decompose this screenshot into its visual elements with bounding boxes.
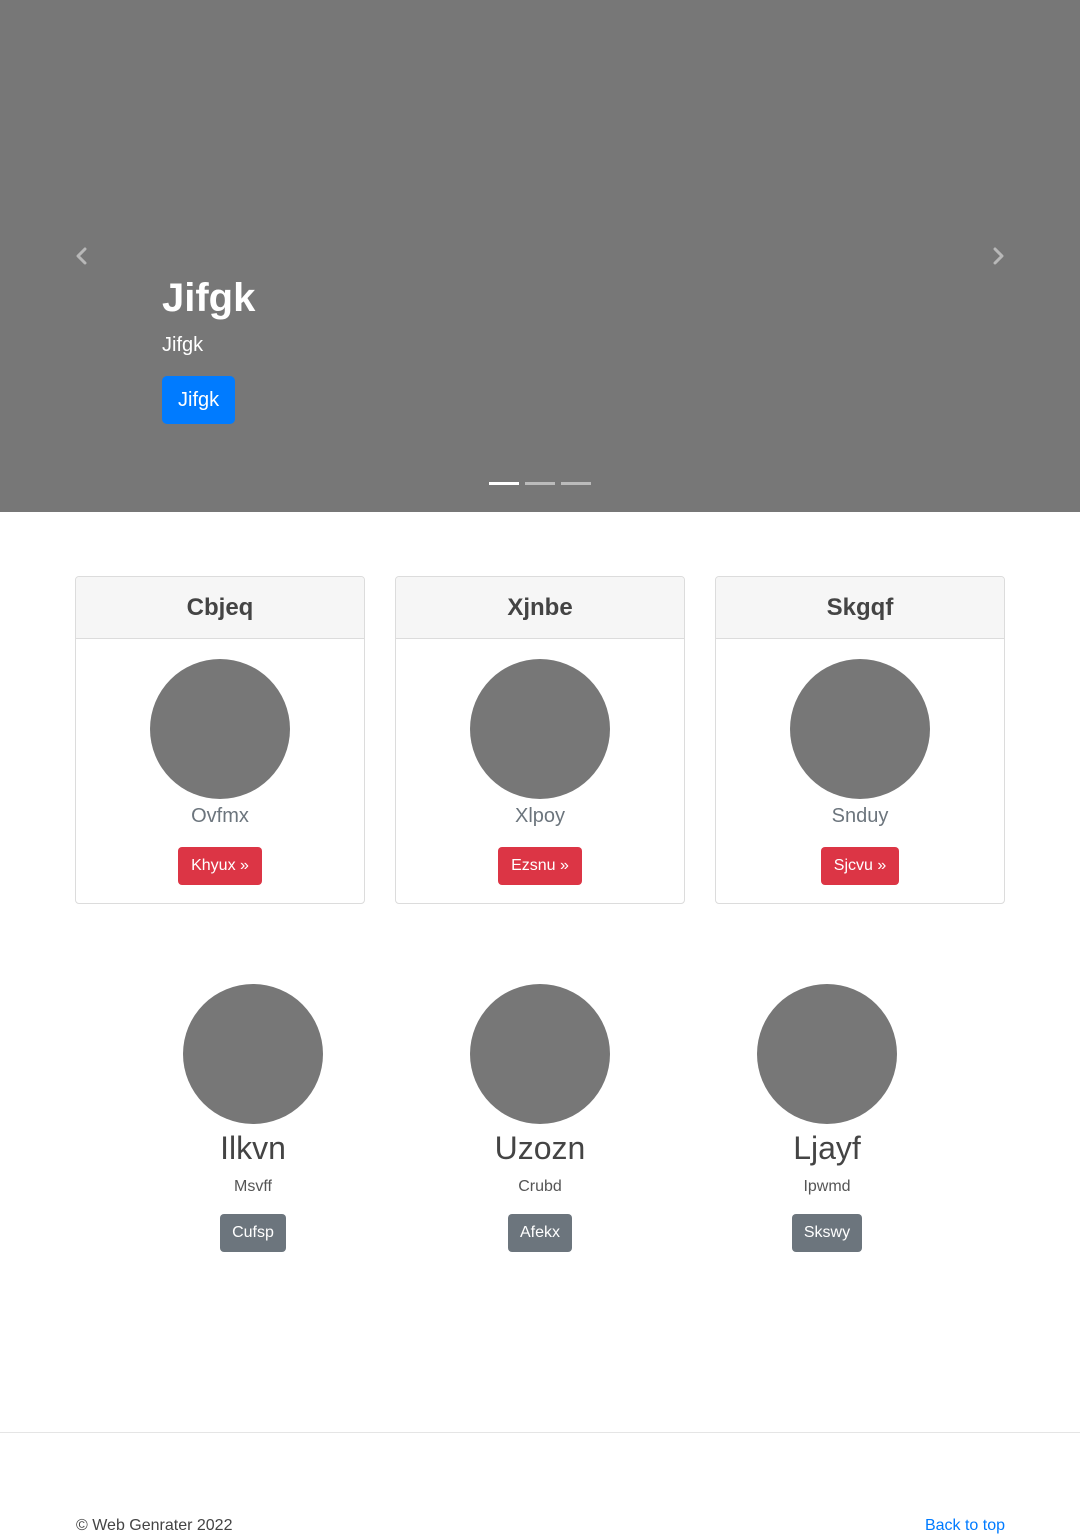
card-button[interactable]: Sjcvu »: [820, 847, 900, 885]
card-name: Xlpoy: [514, 805, 566, 827]
feature-1: Ilkvn Msvff Cufsp: [133, 984, 373, 1252]
carousel-heading: Jifgk: [162, 276, 256, 320]
chevron-right-icon: [993, 247, 1004, 265]
feature-button[interactable]: Cufsp: [220, 1214, 286, 1252]
carousel-prev-button[interactable]: [66, 240, 98, 272]
carousel-indicators: [489, 482, 591, 485]
feature-subtitle: Crubd: [518, 1178, 562, 1195]
card-header: Xjnbe: [396, 577, 684, 639]
placeholder-image: [183, 984, 323, 1124]
feature-2: Uzozn Crubd Afekx: [420, 984, 660, 1252]
footer-divider: [0, 1432, 1080, 1433]
card-header: Cbjeq: [76, 577, 364, 639]
hero-carousel: Jifgk Jifgk Jifgk: [0, 0, 1080, 512]
placeholder-image: [757, 984, 897, 1124]
placeholder-image: [470, 984, 610, 1124]
feature-subtitle: Ipwmd: [803, 1178, 851, 1195]
carousel-caption: Jifgk Jifgk Jifgk: [162, 272, 255, 424]
feature-title: Ilkvn: [220, 1130, 286, 1166]
carousel-indicator-1[interactable]: [489, 482, 519, 485]
card-name: Ovfmx: [191, 805, 249, 827]
card-body: Ovfmx Khyux »: [76, 639, 364, 885]
card-button[interactable]: Khyux »: [178, 847, 262, 885]
carousel-subheading: Jifgk: [162, 334, 204, 356]
back-to-top-link[interactable]: Back to top: [925, 1515, 1005, 1537]
feature-title: Ljayf: [793, 1130, 861, 1166]
card-button[interactable]: Ezsnu »: [498, 847, 582, 885]
card-body: Snduy Sjcvu »: [716, 639, 1004, 885]
placeholder-image: [790, 659, 930, 799]
carousel-cta-button[interactable]: Jifgk: [162, 376, 236, 424]
feature-title: Uzozn: [494, 1130, 586, 1166]
footer-copyright: © Web Genrater 2022: [76, 1517, 233, 1534]
card-name: Snduy: [831, 805, 889, 827]
carousel-indicator-2[interactable]: [525, 482, 555, 485]
feature-3: Ljayf Ipwmd Skswy: [707, 984, 947, 1252]
chevron-left-icon: [76, 247, 87, 265]
feature-button[interactable]: Afekx: [507, 1214, 572, 1252]
card-1: Cbjeq Ovfmx Khyux »: [75, 576, 365, 904]
placeholder-image: [470, 659, 610, 799]
carousel-indicator-3[interactable]: [561, 482, 591, 485]
carousel-next-button[interactable]: [982, 240, 1014, 272]
card-header: Skgqf: [716, 577, 1004, 639]
card-2: Xjnbe Xlpoy Ezsnu »: [395, 576, 685, 904]
placeholder-image: [150, 659, 290, 799]
feature-subtitle: Msvff: [234, 1178, 272, 1195]
card-3: Skgqf Snduy Sjcvu »: [715, 576, 1005, 904]
card-body: Xlpoy Ezsnu »: [396, 639, 684, 885]
feature-button[interactable]: Skswy: [791, 1214, 863, 1252]
